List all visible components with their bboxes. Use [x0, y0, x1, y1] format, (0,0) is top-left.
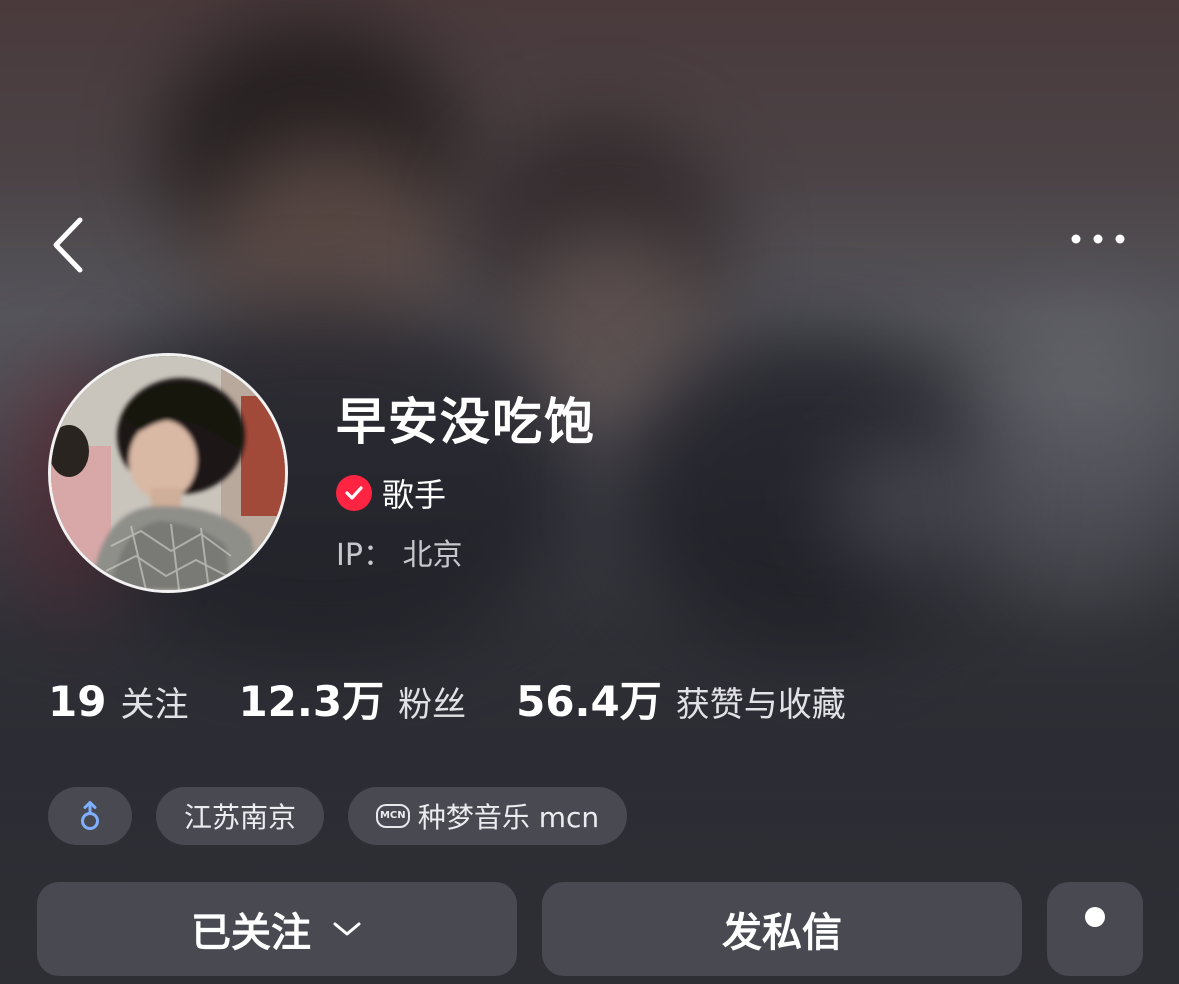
stat-value: 56.4万 [516, 677, 662, 726]
verification: 歌手 [336, 470, 446, 516]
tag-gender [48, 787, 132, 845]
male-icon [81, 801, 99, 830]
tag-mcn[interactable]: MCN 种梦音乐 mcn [348, 787, 627, 845]
mcn-icon: MCN [375, 804, 410, 828]
stat-value: 12.3万 [238, 677, 385, 726]
ellipsis-icon [1071, 234, 1125, 244]
profile-stats: 19 关注 12.3万 粉丝 56.4万 获赞与收藏 [48, 668, 896, 729]
stat-followers[interactable]: 12.3万 粉丝 [238, 668, 466, 729]
tag-location: 江苏南京 [156, 787, 324, 845]
stat-following[interactable]: 19 关注 [48, 677, 188, 726]
stat-label: 关注 [120, 685, 189, 725]
avatar-image [51, 356, 285, 590]
chevron-down-icon [331, 919, 363, 939]
tag-location-label: 江苏南京 [183, 801, 296, 834]
profile-nickname: 早安没吃饱 [336, 393, 596, 451]
followed-label: 已关注 [191, 910, 311, 956]
tag-mcn-label: 种梦音乐 mcn [417, 801, 600, 834]
avatar[interactable] [48, 353, 288, 593]
dot-icon [1085, 907, 1105, 927]
followed-button[interactable]: 已关注 [37, 882, 517, 976]
verification-label: 歌手 [382, 476, 447, 514]
stat-value: 19 [48, 677, 107, 726]
more-options-button[interactable] [1062, 222, 1134, 256]
stat-label: 获赞与收藏 [675, 685, 846, 725]
send-message-button[interactable]: 发私信 [542, 882, 1022, 976]
stat-label: 粉丝 [398, 685, 467, 725]
stat-likes-collections[interactable]: 56.4万 获赞与收藏 [516, 668, 846, 729]
chevron-left-icon [53, 217, 83, 273]
verified-check-icon [336, 475, 372, 511]
send-message-label: 发私信 [722, 910, 842, 956]
more-actions-button[interactable] [1047, 882, 1143, 976]
back-button[interactable] [46, 210, 94, 280]
ip-location: IP： 北京 [336, 538, 463, 573]
